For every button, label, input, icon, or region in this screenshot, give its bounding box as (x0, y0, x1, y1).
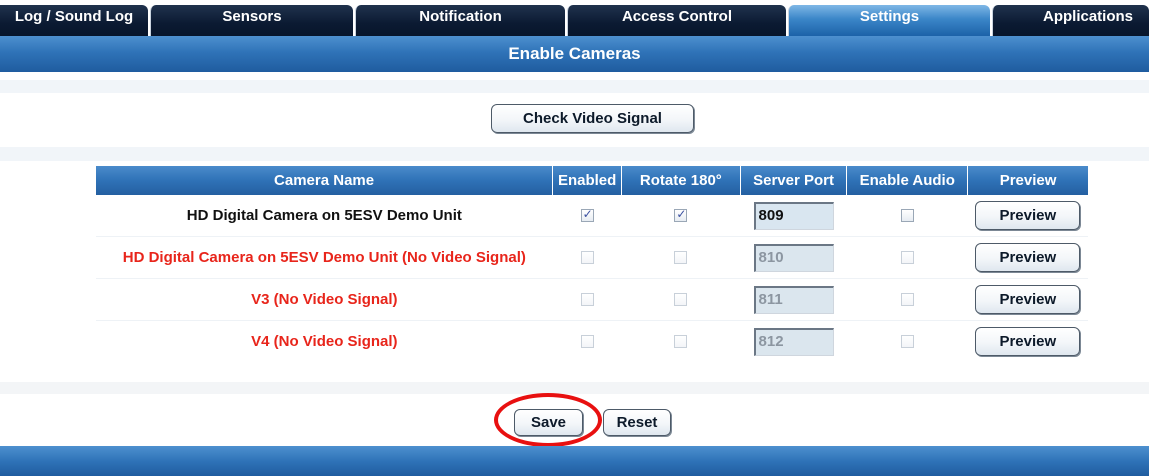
header-server-port: Server Port (740, 166, 848, 195)
enable-audio-checkbox[interactable] (900, 292, 914, 306)
table-row: V4 (No Video Signal) 812 Preview (96, 320, 1088, 362)
tab-access-control[interactable]: Access Control (567, 5, 786, 36)
rotate-checkbox[interactable] (674, 207, 688, 222)
preview-button[interactable]: Preview (975, 243, 1081, 272)
rotate-checkbox[interactable] (674, 334, 688, 348)
camera-name: V3 (No Video Signal) (251, 290, 398, 308)
divider (0, 147, 1149, 161)
tab-notification[interactable]: Notification (355, 5, 565, 36)
header-camera-name: Camera Name (96, 166, 554, 195)
camera-name: HD Digital Camera on 5ESV Demo Unit (No … (122, 248, 526, 266)
server-port-field[interactable]: 811 (753, 285, 834, 314)
camera-name: HD Digital Camera on 5ESV Demo Unit (186, 206, 462, 224)
tab-label: Settings (859, 8, 920, 25)
tab-sensors[interactable]: Sensors (150, 5, 353, 36)
rotate-checkbox[interactable] (674, 292, 688, 306)
tab-label: Access Control (621, 8, 733, 25)
highlight-annotation-circle (494, 393, 602, 447)
tab-label: Notification (419, 8, 502, 25)
preview-button[interactable]: Preview (975, 285, 1081, 314)
reset-button[interactable]: Reset (603, 409, 671, 436)
header-preview: Preview (967, 166, 1088, 195)
camera-name: V4 (No Video Signal) (251, 332, 398, 350)
preview-button[interactable]: Preview (975, 327, 1081, 356)
enable-audio-checkbox[interactable] (900, 334, 914, 348)
tab-label: Applications (1043, 8, 1134, 25)
tab-applications[interactable]: Applications (992, 5, 1149, 36)
server-port-field[interactable]: 810 (753, 243, 834, 272)
table-row: HD Digital Camera on 5ESV Demo Unit 809 … (96, 195, 1088, 237)
camera-name-cell: HD Digital Camera on 5ESV Demo Unit (No … (96, 236, 553, 279)
tab-log-sound-log[interactable]: Log / Sound Log (0, 5, 148, 36)
table-header-row: Camera Name Enabled Rotate 180° Server P… (96, 166, 1088, 195)
divider (0, 80, 1149, 93)
tab-label: Log / Sound Log (14, 8, 134, 25)
enable-audio-checkbox[interactable] (900, 250, 914, 264)
enabled-checkbox[interactable] (580, 334, 594, 348)
table-row: V3 (No Video Signal) 811 Preview (96, 278, 1088, 321)
tab-label: Sensors (222, 8, 282, 25)
tab-settings[interactable]: Settings (788, 5, 990, 36)
preview-button[interactable]: Preview (975, 201, 1081, 230)
camera-name-cell: HD Digital Camera on 5ESV Demo Unit (96, 195, 553, 237)
server-port-field[interactable]: 812 (753, 327, 834, 356)
rotate-checkbox[interactable] (674, 250, 688, 264)
footer-bar (0, 446, 1149, 476)
header-enabled: Enabled (552, 166, 623, 195)
enabled-checkbox[interactable] (580, 292, 594, 306)
camera-name-cell: V4 (No Video Signal) (96, 320, 553, 362)
camera-name-cell: V3 (No Video Signal) (96, 278, 553, 321)
enable-audio-checkbox[interactable] (900, 208, 914, 222)
tab-bar: Log / Sound Log Sensors Notification Acc… (0, 0, 1149, 36)
enabled-checkbox[interactable] (580, 207, 594, 222)
divider (0, 382, 1149, 394)
section-title: Enable Cameras (0, 36, 1149, 72)
camera-table: Camera Name Enabled Rotate 180° Server P… (96, 166, 1088, 362)
table-row: HD Digital Camera on 5ESV Demo Unit (No … (96, 236, 1088, 279)
check-video-signal-button[interactable]: Check Video Signal (491, 104, 694, 133)
enabled-checkbox[interactable] (580, 250, 594, 264)
header-enable-audio: Enable Audio (846, 166, 969, 195)
header-rotate: Rotate 180° (621, 166, 741, 195)
server-port-field[interactable]: 809 (753, 201, 834, 230)
